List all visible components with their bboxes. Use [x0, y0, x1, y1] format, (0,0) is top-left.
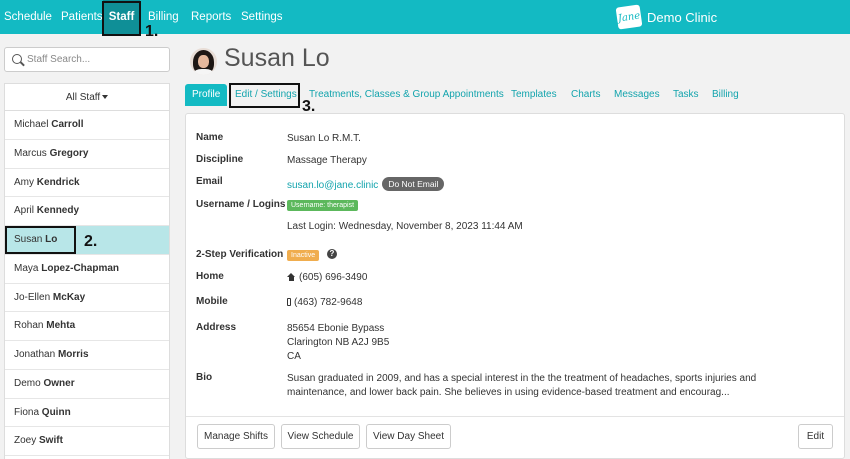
staff-last-name: Gregory	[49, 147, 89, 159]
discipline-value: Massage Therapy	[287, 155, 367, 166]
do-not-email-badge: Do Not Email	[382, 177, 445, 191]
staff-last-name: Carroll	[51, 119, 84, 130]
staff-filter-dropdown[interactable]: All Staff	[5, 84, 169, 111]
tab-charts[interactable]: Charts	[571, 84, 600, 106]
staff-first-name: Michael	[14, 119, 49, 130]
clinic-name: Demo Clinic	[647, 9, 718, 25]
staff-first-name: Amy	[14, 176, 34, 188]
staff-item[interactable]: Rohan Mehta	[5, 312, 169, 341]
address-line-2: Clarington NB A2J 9B5	[287, 337, 390, 348]
view-schedule-button[interactable]: View Schedule	[281, 424, 360, 449]
staff-item[interactable]: Jo-Ellen McKay	[5, 284, 169, 313]
staff-last-name: Owner	[43, 377, 75, 389]
email-label: Email	[196, 176, 223, 187]
help-icon[interactable]: ?	[327, 249, 337, 259]
discipline-label: Discipline	[196, 154, 244, 165]
tab-templates[interactable]: Templates	[511, 84, 557, 106]
staff-first-name: April	[14, 205, 35, 217]
staff-last-name: Mehta	[46, 320, 76, 332]
staff-filter-label: All Staff	[65, 92, 101, 103]
nav-settings[interactable]: Settings	[241, 0, 283, 34]
staff-item[interactable]: April Kennedy	[5, 197, 169, 226]
annotation-number-2: 2.	[84, 233, 98, 250]
staff-item[interactable]: Zoey Swift	[5, 427, 169, 456]
tab-billing[interactable]: Billing	[712, 84, 739, 106]
staff-first-name: Rohan	[14, 320, 44, 332]
staff-last-name: Morris	[57, 349, 89, 360]
name-value: Susan Lo R.M.T.	[287, 133, 361, 144]
staff-first-name: Marcus	[14, 147, 47, 159]
staff-last-name: Kennedy	[36, 205, 80, 217]
annotation-box-3	[229, 83, 300, 108]
staff-item[interactable]: Michael Carroll	[5, 111, 169, 140]
bio-text: Susan graduated in 2009, and has a speci…	[287, 373, 757, 398]
page-title: Susan Lo	[224, 44, 330, 72]
annotation-box-1	[102, 1, 141, 36]
staff-item[interactable]: Demo Owner	[5, 370, 169, 399]
mobile-phone: (463) 782-9648	[294, 297, 363, 308]
staff-first-name: Maya	[14, 262, 39, 274]
staff-item[interactable]: Maya Lopez-Chapman	[5, 255, 169, 284]
staff-first-name: Demo	[14, 377, 41, 389]
card-footer-divider	[186, 416, 844, 417]
two-step-label: 2-Step Verification	[196, 249, 284, 260]
staff-item[interactable]: Fiona Quinn	[5, 399, 169, 428]
staff-last-name: Quinn	[41, 406, 71, 418]
annotation-number-1: 1.	[145, 23, 159, 40]
staff-first-name: Jo-Ellen	[14, 291, 51, 303]
tab-messages[interactable]: Messages	[614, 84, 660, 106]
two-step-status-badge: Inactive	[287, 250, 320, 261]
nav-patients[interactable]: Patients	[61, 0, 103, 34]
address-line-3: CA	[287, 351, 301, 362]
staff-first-name: Fiona	[14, 406, 40, 418]
staff-search[interactable]	[4, 47, 170, 72]
jane-logo: Jane	[615, 4, 643, 30]
annotation-box-2	[5, 226, 76, 254]
staff-last-name: Kendrick	[36, 176, 80, 188]
nav-reports[interactable]: Reports	[191, 0, 231, 34]
avatar	[190, 48, 217, 75]
staff-first-name: Jonathan	[14, 349, 56, 360]
search-icon	[12, 54, 22, 64]
caret-down-icon	[102, 95, 109, 100]
profile-card	[185, 113, 845, 459]
staff-search-input[interactable]	[27, 51, 165, 68]
email-link[interactable]: susan.lo@jane.clinic	[287, 180, 378, 191]
name-label: Name	[196, 132, 224, 143]
edit-button[interactable]: Edit	[798, 424, 833, 449]
last-login-text: Last Login: Wednesday, November 8, 2023 …	[287, 221, 523, 232]
tab-tasks[interactable]: Tasks	[673, 84, 699, 106]
nav-schedule[interactable]: Schedule	[4, 0, 52, 34]
manage-shifts-button[interactable]: Manage Shifts	[197, 424, 275, 449]
address-line-1: 85654 Ebonie Bypass	[287, 323, 385, 334]
staff-last-name: Swift	[39, 435, 63, 447]
username-badge: Username: therapist	[287, 200, 359, 211]
username-label: Username / Logins	[196, 199, 286, 210]
view-day-sheet-button[interactable]: View Day Sheet	[366, 424, 451, 449]
staff-first-name: Zoey	[14, 435, 37, 447]
home-label: Home	[196, 271, 224, 282]
staff-item[interactable]: Amy Kendrick	[5, 169, 169, 198]
staff-item[interactable]: Jonathan Morris	[5, 341, 169, 370]
clinic-brand[interactable]: Jane Demo Clinic	[615, 4, 718, 30]
staff-list: All Staff Michael Carroll Marcus Gregory…	[4, 83, 170, 459]
home-phone: (605) 696-3490	[299, 272, 368, 283]
address-label: Address	[196, 322, 237, 333]
bio-label: Bio	[196, 372, 213, 383]
home-icon	[287, 273, 295, 281]
staff-item[interactable]: Marcus Gregory	[5, 140, 169, 169]
staff-last-name: McKay	[52, 291, 86, 303]
staff-last-name: Lopez-Chapman	[41, 262, 120, 274]
tab-profile[interactable]: Profile	[185, 84, 228, 106]
mobile-label: Mobile	[196, 296, 228, 307]
mobile-icon	[287, 298, 291, 306]
tab-treatments[interactable]: Treatments, Classes & Group Appointments	[309, 84, 504, 106]
